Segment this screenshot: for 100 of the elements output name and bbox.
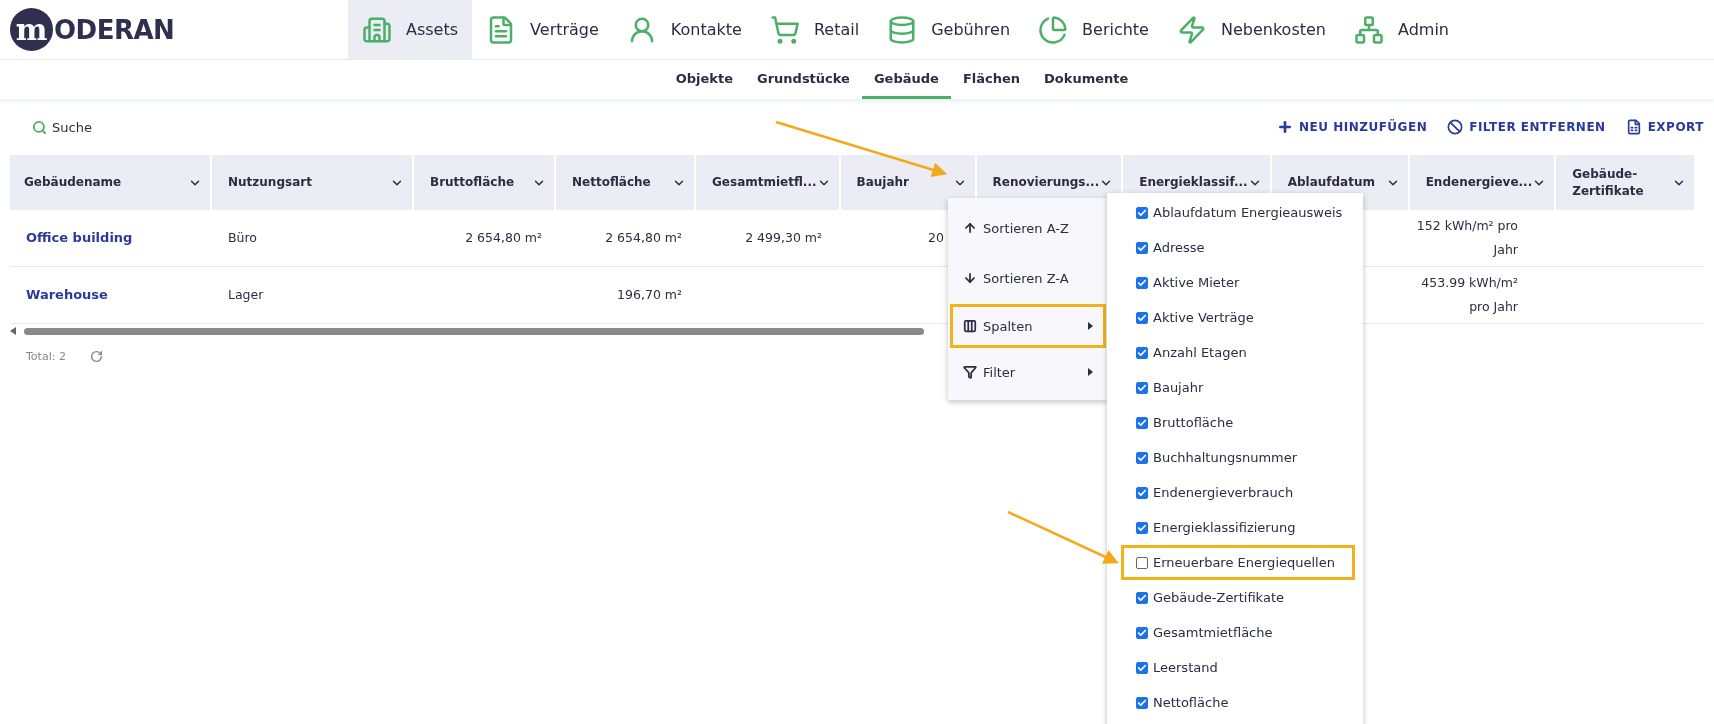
subnav-tab[interactable]: Flächen <box>950 60 1033 99</box>
column-option[interactable]: Aktive Mieter <box>1121 265 1355 300</box>
column-header[interactable]: Bruttofläche <box>414 155 554 210</box>
option-label: Leerstand <box>1153 660 1218 675</box>
nav-tab[interactable]: Gebühren <box>873 0 1025 59</box>
column-title: Baujahr <box>856 174 909 191</box>
table-cell-text: Lager <box>228 286 264 304</box>
column-option[interactable]: Adresse <box>1121 230 1355 265</box>
document-icon <box>1625 119 1642 135</box>
nav-tab[interactable]: Verträge <box>472 0 613 59</box>
checkbox[interactable] <box>1136 311 1148 324</box>
checkbox[interactable] <box>1136 486 1148 499</box>
checkbox[interactable] <box>1136 416 1148 429</box>
nav-tab[interactable]: Nebenkosten <box>1162 0 1340 59</box>
table-cell-text: 2 654,80 m² <box>605 229 682 247</box>
toolbar-action[interactable]: NEU HINZUFÜGEN <box>1277 119 1428 135</box>
column-header[interactable]: Baujahr <box>840 155 975 210</box>
table-cell-text: Büro <box>228 229 257 247</box>
column-option[interactable]: Leerstand <box>1121 650 1355 685</box>
building-link[interactable]: Office building <box>26 226 133 250</box>
checkbox[interactable] <box>1136 591 1148 604</box>
table-cell-text: 20 <box>928 229 944 247</box>
checkbox[interactable] <box>1136 346 1148 359</box>
search-button[interactable]: Suche <box>32 119 92 135</box>
column-title: Gebäudename <box>24 174 122 191</box>
refresh-icon[interactable] <box>89 350 103 363</box>
toolbar-action[interactable]: EXPORT <box>1625 119 1704 135</box>
logo-text: ODERAN <box>54 14 175 45</box>
option-label: Aktive Mieter <box>1153 275 1240 290</box>
scroll-left-icon[interactable] <box>10 327 16 335</box>
option-label: Nettofläche <box>1153 695 1229 710</box>
column-header[interactable]: Nettofläche <box>556 155 694 210</box>
nav-icon <box>1354 14 1384 45</box>
checkbox[interactable] <box>1136 381 1148 394</box>
subnav-tab[interactable]: Grundstücke <box>745 60 862 99</box>
column-header[interactable]: Nutzungsart <box>212 155 412 210</box>
checkbox[interactable] <box>1136 451 1148 464</box>
submenu-caret-icon <box>1088 368 1093 376</box>
column-option[interactable]: Energieklassifizierung <box>1121 510 1355 545</box>
column-header[interactable]: Gebäudename <box>10 155 210 210</box>
building-link[interactable]: Warehouse <box>26 283 108 307</box>
column-title: Ablaufdatum <box>1287 174 1375 191</box>
checkbox[interactable] <box>1136 556 1148 569</box>
checkbox[interactable] <box>1136 626 1148 639</box>
checkbox[interactable] <box>1136 521 1148 534</box>
column-option[interactable]: Bruttofläche <box>1121 405 1355 440</box>
logo-mark: m <box>10 8 53 51</box>
option-label: Gesamtmietfläche <box>1153 625 1273 640</box>
option-label: Buchhaltungsnummer <box>1153 450 1298 465</box>
column-option[interactable]: Erneuerbare Energiequellen <box>1121 545 1355 580</box>
nav-icon <box>1038 14 1069 45</box>
checkbox[interactable] <box>1136 661 1148 674</box>
column-header[interactable]: Gebäude-Zertifikate <box>1556 155 1695 210</box>
option-label: Gebäude-Zertifikate <box>1153 590 1284 605</box>
column-title: Bruttofläche <box>430 174 515 191</box>
toolbar-action[interactable]: FILTER ENTFERNEN <box>1447 119 1606 135</box>
column-option[interactable]: Aktive Verträge <box>1121 300 1355 335</box>
subnav-tab[interactable]: Dokumente <box>1032 60 1141 99</box>
checkbox[interactable] <box>1136 206 1148 219</box>
column-option[interactable]: Buchhaltungsnummer <box>1121 440 1355 475</box>
column-option[interactable]: Endenergieverbrauch <box>1121 475 1355 510</box>
option-label: Energieklassifizierung <box>1153 520 1296 535</box>
column-option[interactable]: Baujahr <box>1121 370 1355 405</box>
option-label: Endenergieverbrauch <box>1153 485 1294 500</box>
table-cell-text: 2 654,80 m² <box>465 229 542 247</box>
column-header[interactable]: Gesamtmietfl... <box>696 155 839 210</box>
column-option[interactable]: Gebäude-Zertifikate <box>1121 580 1355 615</box>
nav-tab[interactable]: Retail <box>755 0 874 59</box>
checkbox[interactable] <box>1136 276 1148 289</box>
option-label: Anzahl Etagen <box>1153 345 1247 360</box>
checkbox[interactable] <box>1136 241 1148 254</box>
nav-tab[interactable]: Kontakte <box>612 0 756 59</box>
column-option[interactable]: Nettofläche <box>1121 685 1355 720</box>
column-option[interactable]: Gesamtmietfläche <box>1121 615 1355 650</box>
column-header[interactable]: Endenergieve... <box>1409 155 1555 210</box>
nav-tab[interactable]: Admin <box>1340 0 1463 59</box>
subnav-tab[interactable]: Objekte <box>663 60 745 99</box>
table-cell-text: 152 kWh/m² pro Jahr <box>1415 217 1518 259</box>
column-title: Gesamtmietfl... <box>712 174 817 191</box>
menu-item[interactable]: Sortieren Z-A <box>950 254 1106 302</box>
checkbox[interactable] <box>1136 696 1148 709</box>
filter-icon <box>963 365 977 379</box>
scrollbar-thumb[interactable] <box>24 327 924 335</box>
column-title: Endenergieve... <box>1425 174 1533 191</box>
option-label: Baujahr <box>1153 380 1204 395</box>
option-label: Adresse <box>1153 240 1205 255</box>
option-label: Erneuerbare Energiequellen <box>1153 555 1335 570</box>
menu-item[interactable]: Spalten <box>950 304 1106 348</box>
column-title: Nettofläche <box>572 174 651 191</box>
total-count: Total: 2 <box>26 350 66 363</box>
column-option[interactable]: Anzahl Etagen <box>1121 335 1355 370</box>
nav-tab[interactable]: Assets <box>348 0 473 59</box>
search-icon <box>32 119 47 135</box>
option-label: Aktive Verträge <box>1153 310 1254 325</box>
nav-tab[interactable]: Berichte <box>1024 0 1163 59</box>
table-cell-text: 196,70 m² <box>617 286 682 304</box>
option-label: Bruttofläche <box>1153 415 1234 430</box>
ban-icon <box>1447 119 1464 135</box>
subnav-tab[interactable]: Gebäude <box>861 60 951 99</box>
column-title: Renovierungs... <box>992 174 1100 191</box>
